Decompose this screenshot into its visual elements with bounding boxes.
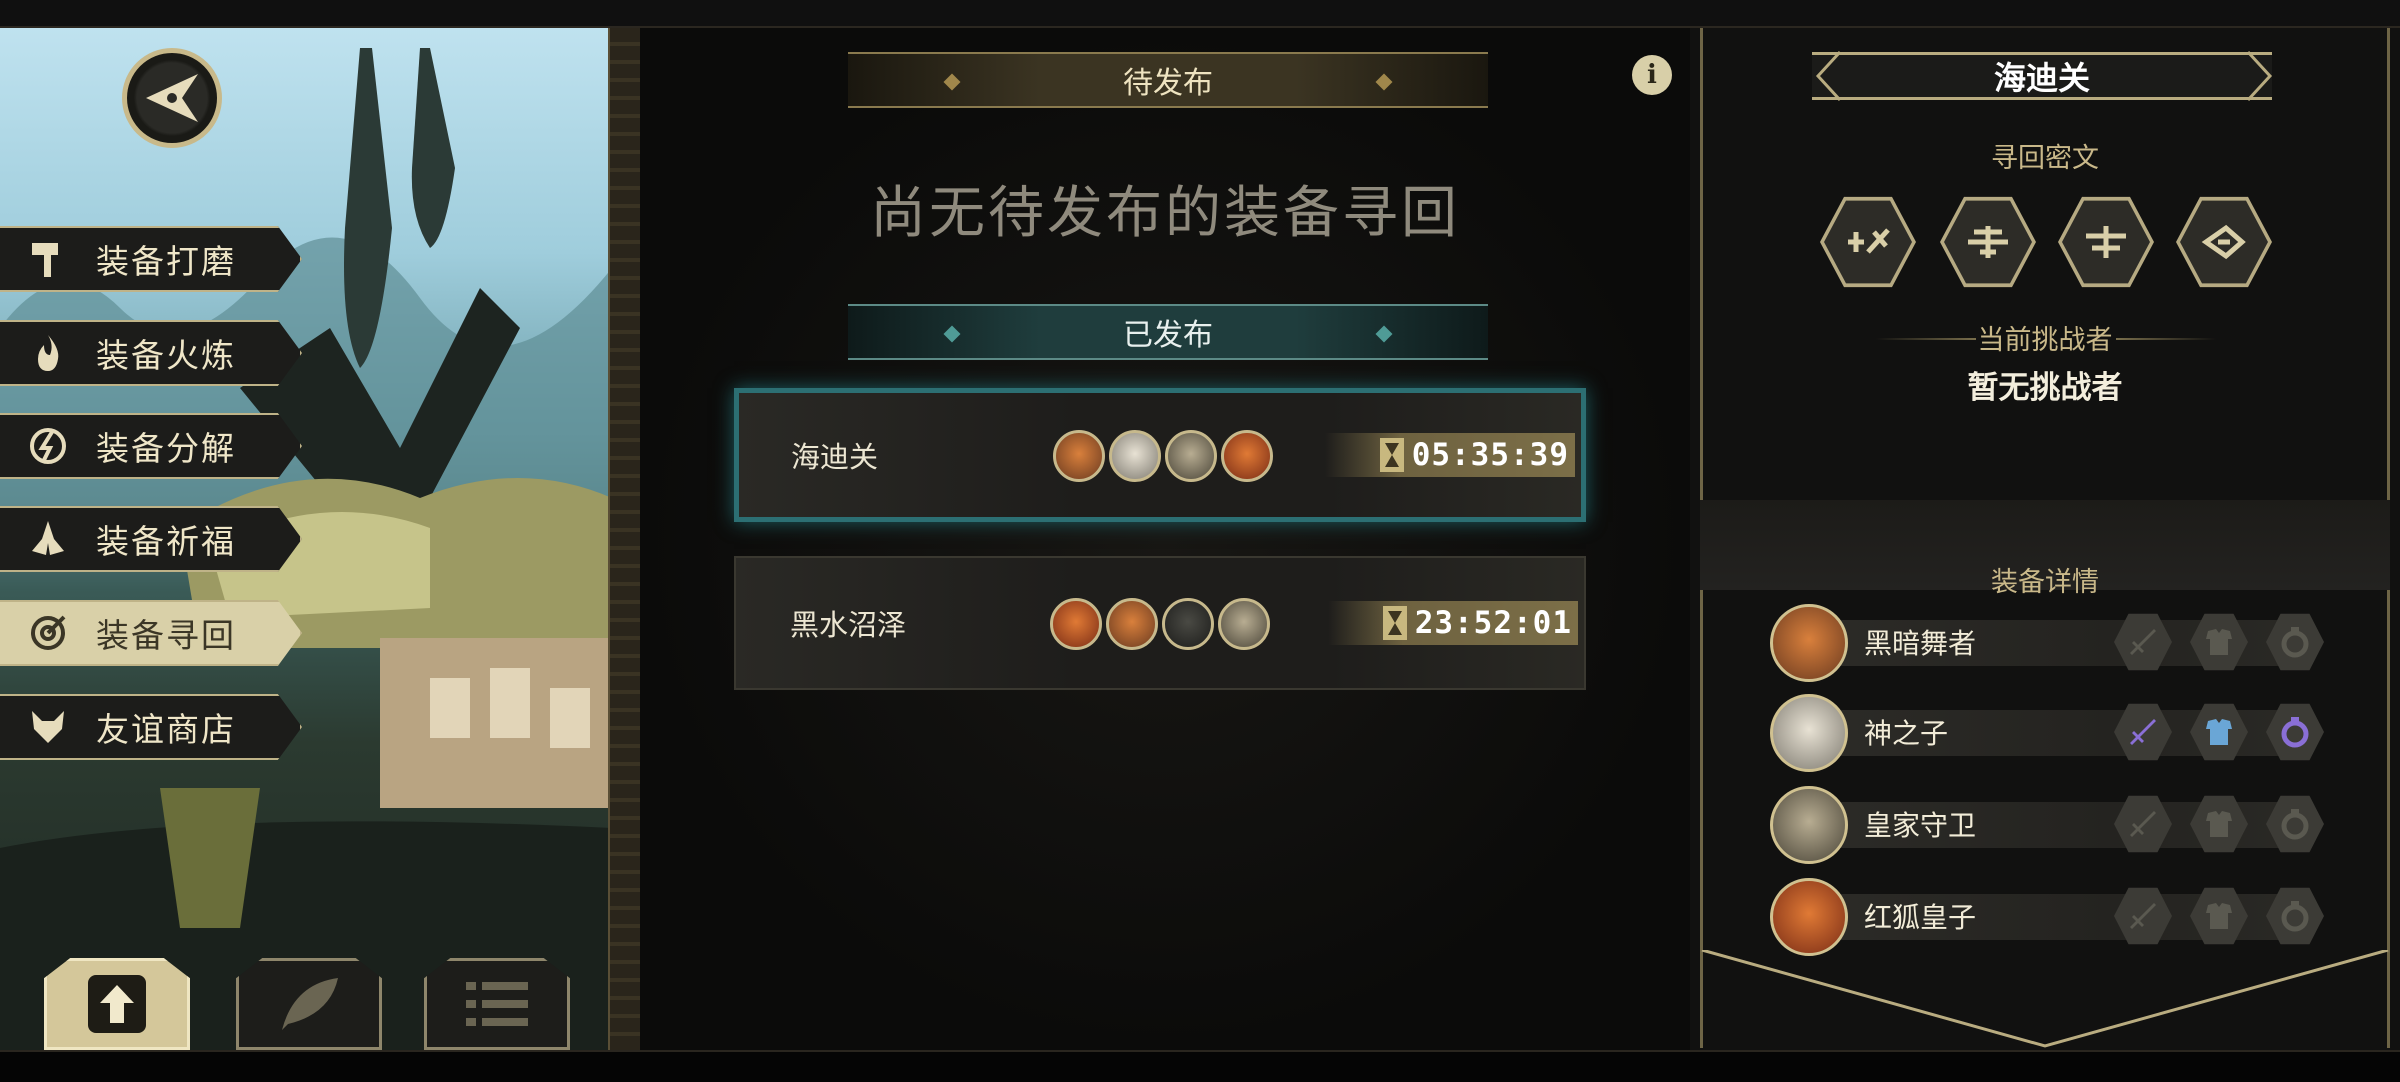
empty-pending-message: 尚无待发布的装备寻回 bbox=[870, 181, 1460, 246]
rune-glyph-icon bbox=[2086, 226, 2126, 258]
hourglass-icon bbox=[1382, 606, 1407, 640]
challenger-header: 当前挑战者 bbox=[1977, 325, 2113, 356]
armor-icon bbox=[2206, 629, 2232, 655]
diamond-ornament-icon bbox=[1375, 325, 1393, 343]
tab-list[interactable] bbox=[424, 958, 570, 1050]
published-section-header: 已发布 bbox=[848, 304, 1488, 360]
rune-glyph-icon bbox=[1968, 226, 2008, 258]
sword-icon bbox=[2130, 903, 2156, 929]
rune-glyph-icon bbox=[2201, 224, 2246, 260]
route-name: 黑水沼泽 bbox=[790, 608, 907, 642]
hero-portrait-icon bbox=[1106, 598, 1158, 650]
top-frame-bar bbox=[0, 0, 2400, 28]
timer-value: 23:52:01 bbox=[1414, 605, 1572, 641]
chevron-left-ornament-icon bbox=[1815, 50, 1842, 102]
sword-icon bbox=[2130, 629, 2156, 655]
back-arrow-icon bbox=[146, 74, 198, 122]
hero-portrait-icon bbox=[1770, 694, 1848, 772]
menu-item-label: 装备寻回 bbox=[96, 616, 236, 655]
menu-item-friendship-shop[interactable]: 友谊商店 bbox=[0, 694, 302, 760]
flame-icon bbox=[28, 333, 68, 373]
hourglass-icon bbox=[1379, 438, 1404, 472]
menu-item-label: 装备打磨 bbox=[96, 242, 236, 281]
hero-name: 神之子 bbox=[1864, 717, 1949, 750]
ring-icon bbox=[2281, 717, 2309, 748]
hero-portrait-icon bbox=[1218, 598, 1270, 650]
rune-glyph-icon bbox=[1848, 228, 1890, 254]
ring-icon bbox=[2281, 809, 2309, 840]
menu-item-dismantle[interactable]: 装备分解 bbox=[0, 413, 302, 479]
pending-label: 待发布 bbox=[1123, 66, 1213, 101]
feather-icon bbox=[282, 978, 338, 1030]
chevron-right-ornament-icon bbox=[2246, 50, 2273, 102]
hero-row[interactable]: 皇家守卫 bbox=[1770, 786, 2324, 864]
menu-item-label: 装备分解 bbox=[96, 429, 236, 468]
diamond-ornament-icon bbox=[943, 73, 961, 91]
pray-hands-icon bbox=[28, 519, 68, 559]
hero-portrait-icon bbox=[1165, 430, 1217, 482]
hero-portrait-icon bbox=[1770, 878, 1848, 956]
back-button[interactable] bbox=[122, 48, 222, 148]
menu-item-polish[interactable]: 装备打磨 bbox=[0, 226, 302, 292]
hero-portrait-icon bbox=[1053, 430, 1105, 482]
route-card[interactable]: 海迪关 05:35:39 bbox=[734, 388, 1586, 522]
hero-name: 皇家守卫 bbox=[1864, 809, 1977, 842]
armor-icon bbox=[2206, 719, 2232, 745]
hero-portrait-icon bbox=[1162, 598, 1214, 650]
published-label: 已发布 bbox=[1123, 318, 1213, 353]
right-panel-bottom-ornament bbox=[1701, 950, 2389, 1048]
timer-value: 05:35:39 bbox=[1411, 437, 1569, 473]
fox-icon bbox=[28, 707, 68, 747]
break-icon bbox=[28, 426, 68, 466]
info-button[interactable]: i bbox=[1632, 55, 1672, 95]
hero-row[interactable]: 黑暗舞者 bbox=[1770, 604, 2324, 682]
ring-icon bbox=[2281, 627, 2309, 658]
sword-icon bbox=[2130, 719, 2156, 745]
list-icon bbox=[466, 982, 528, 1026]
menu-item-label: 装备火炼 bbox=[96, 336, 236, 375]
hero-name: 红狐皇子 bbox=[1864, 901, 1977, 934]
publish-upload-icon bbox=[88, 975, 146, 1033]
location-title: 海迪关 bbox=[1993, 59, 2090, 97]
challenger-value: 暂无挑战者 bbox=[1967, 370, 2123, 406]
diamond-ornament-icon bbox=[1375, 73, 1393, 91]
hero-portrait-icon bbox=[1770, 786, 1848, 864]
route-card[interactable]: 黑水沼泽 23:52:01 bbox=[734, 556, 1586, 690]
menu-item-fire-refine[interactable]: 装备火炼 bbox=[0, 320, 302, 386]
divider-line bbox=[2116, 338, 2216, 340]
tab-feather[interactable] bbox=[236, 958, 382, 1050]
menu-item-blessing[interactable]: 装备祈福 bbox=[0, 506, 302, 572]
route-name: 海迪关 bbox=[791, 440, 879, 474]
hero-portrait-icon bbox=[1770, 604, 1848, 682]
hero-name: 黑暗舞者 bbox=[1864, 627, 1977, 660]
hammer-icon bbox=[28, 239, 68, 279]
pending-section-header: 待发布 bbox=[848, 52, 1488, 108]
armor-icon bbox=[2206, 903, 2232, 929]
menu-item-label: 装备祈福 bbox=[96, 522, 236, 561]
equipment-details-header: 装备详情 bbox=[1991, 567, 2099, 598]
hero-portrait-icon bbox=[1221, 430, 1273, 482]
bottom-frame-bar bbox=[0, 1050, 2400, 1082]
location-title-banner: 海迪关 bbox=[1812, 52, 2272, 100]
runes-header: 寻回密文 bbox=[1991, 143, 2099, 174]
sword-icon bbox=[2130, 811, 2156, 837]
menu-item-label: 友谊商店 bbox=[96, 710, 236, 749]
armor-icon bbox=[2206, 811, 2232, 837]
countdown-timer: 23:52:01 bbox=[1328, 601, 1578, 645]
countdown-timer: 05:35:39 bbox=[1325, 433, 1575, 477]
ring-icon bbox=[2281, 901, 2309, 932]
tab-publish[interactable] bbox=[44, 958, 190, 1050]
hero-portrait-icon bbox=[1109, 430, 1161, 482]
hero-row[interactable]: 神之子 bbox=[1770, 694, 2324, 772]
center-left-divider bbox=[608, 28, 644, 1050]
target-icon bbox=[28, 613, 68, 653]
hero-row[interactable]: 红狐皇子 bbox=[1770, 878, 2324, 956]
hero-portrait-icon bbox=[1050, 598, 1102, 650]
diamond-ornament-icon bbox=[943, 325, 961, 343]
menu-item-retrieve[interactable]: 装备寻回 bbox=[0, 600, 302, 666]
